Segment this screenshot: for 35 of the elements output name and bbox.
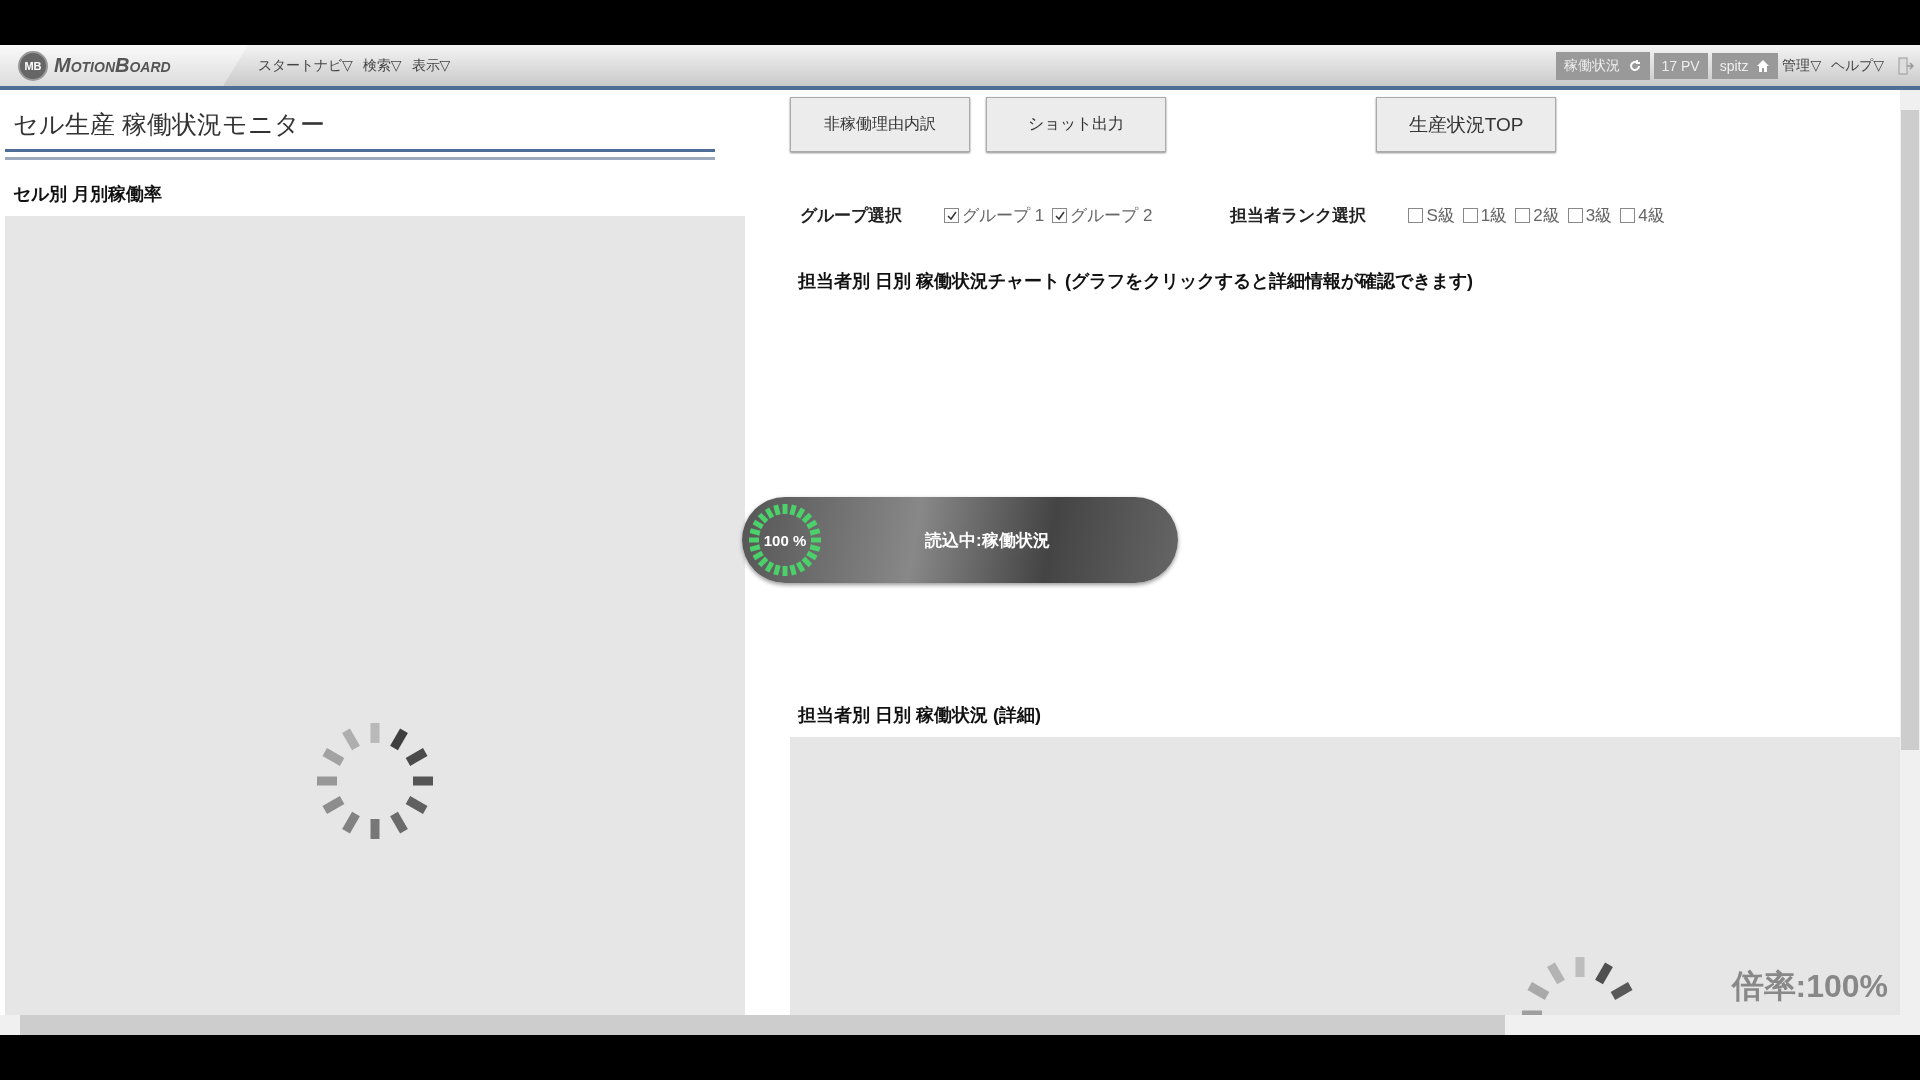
group-checkbox[interactable]: グループ 2	[1052, 204, 1153, 227]
loading-spinner-icon	[315, 720, 435, 841]
page-title: セル生産 稼働状況モニター	[12, 109, 326, 140]
refresh-icon	[1627, 58, 1642, 73]
check-icon	[1054, 210, 1065, 221]
menu-item[interactable]: 検索▽	[362, 56, 402, 75]
rank-checkbox[interactable]: S級	[1408, 204, 1455, 227]
menu-item[interactable]: 表示▽	[411, 56, 451, 75]
page-view-count: 17 PV	[1653, 52, 1708, 79]
nav-button[interactable]: 非稼働理由内訳	[790, 97, 970, 152]
app-logo: MotionBoard	[54, 54, 171, 77]
filter-label: 担当者ランク選択	[1230, 205, 1367, 227]
group-checkbox[interactable]: グループ 1	[944, 204, 1045, 227]
check-icon	[946, 210, 957, 221]
nav-button[interactable]: 生産状況TOP	[1376, 97, 1556, 152]
rank-checkbox[interactable]: 2級	[1515, 204, 1560, 227]
loading-message: 読込中:稼働状況	[925, 529, 1050, 552]
section-heading: 担当者別 日別 稼働状況チャート (グラフをクリックすると詳細情報が確認できます)	[797, 270, 1474, 293]
rank-checkbox[interactable]: 4級	[1620, 204, 1665, 227]
menu-item[interactable]: スタートナビ▽	[258, 56, 353, 75]
home-icon	[1756, 58, 1771, 73]
menu-item[interactable]: ヘルプ▽	[1831, 56, 1884, 75]
menu-item[interactable]: 管理▽	[1782, 56, 1822, 75]
horizontal-scrollbar[interactable]	[0, 1015, 1920, 1035]
rank-checkbox[interactable]: 3級	[1567, 204, 1613, 227]
progress-percent: 100 %	[763, 531, 807, 549]
nav-button[interactable]: ショット出力	[986, 97, 1166, 152]
vertical-scrollbar[interactable]	[1900, 90, 1920, 1015]
logout-icon[interactable]	[1898, 56, 1914, 75]
rank-checkbox[interactable]: 1級	[1462, 204, 1508, 227]
zoom-level: 倍率:100%	[1731, 967, 1888, 1006]
logo-badge: MB	[18, 50, 48, 81]
section-heading: セル別 月別稼働率	[12, 183, 163, 206]
section-heading: 担当者別 日別 稼働状況 (詳細)	[797, 704, 1042, 727]
filter-label: グループ選択	[800, 205, 902, 227]
